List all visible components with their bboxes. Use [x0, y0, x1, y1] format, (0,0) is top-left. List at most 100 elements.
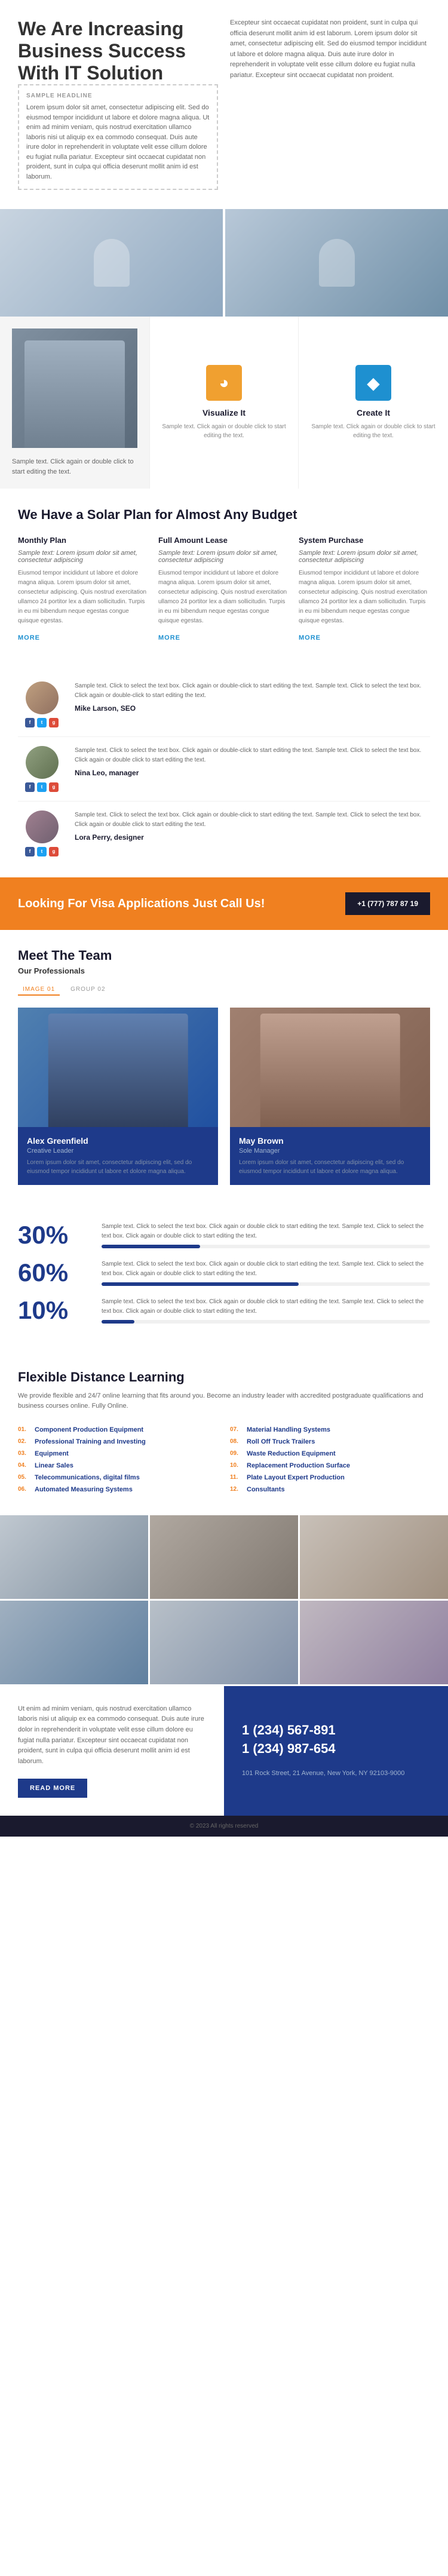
learning-list-left: 01. Component Production Equipment 02. P… [18, 1424, 218, 1496]
stat-bar-area-30: Sample text. Click to select the text bo… [102, 1222, 430, 1248]
sample-label: SAMPLE HEADLINE [26, 93, 210, 99]
feature-create: ◆ Create It Sample text. Click again or … [299, 317, 448, 489]
team-grid: Alex Greenfield Creative Leader Lorem ip… [18, 1008, 430, 1185]
photo-gallery [0, 1515, 448, 1684]
avatar-area-2: f t g [18, 746, 66, 792]
list-item-06: 06. Automated Measuring Systems [18, 1484, 218, 1496]
plan-lease-title: Full Amount Lease [158, 536, 290, 545]
plan-purchase-title: System Purchase [299, 536, 430, 545]
stat-bar-area-60: Sample text. Click to select the text bo… [102, 1260, 430, 1286]
testimonial-row-3: f t g Sample text. Click to select the t… [18, 802, 430, 865]
plan-purchase: System Purchase Sample text: Lorem ipsum… [299, 536, 430, 643]
stat-bar-bg-10 [102, 1320, 430, 1324]
plan-monthly-more[interactable]: MORE [18, 634, 40, 641]
read-more-button[interactable]: READ MORE [18, 1779, 87, 1798]
list-label-09: Waste Reduction Equipment [247, 1450, 336, 1457]
cta-button[interactable]: +1 (777) 787 87 19 [345, 892, 430, 915]
list-num-03: 03. [18, 1450, 30, 1457]
twitter-icon-1[interactable]: t [37, 718, 47, 727]
learning-section: Flexible Distance Learning We provide fl… [0, 1352, 448, 1684]
list-num-05: 05. [18, 1474, 30, 1481]
feature-visualize: ◕ Visualize It Sample text. Click again … [149, 317, 299, 489]
stat-bar-fill-30 [102, 1245, 200, 1248]
list-label-08: Roll Off Truck Trailers [247, 1438, 315, 1445]
twitter-icon-2[interactable]: t [37, 782, 47, 792]
hero-headline: We Are Increasing Business Success With … [18, 18, 218, 84]
avatar-area-3: f t g [18, 810, 66, 856]
create-title: Create It [357, 408, 390, 417]
create-desc: Sample text. Click again or double click… [311, 422, 436, 440]
team-section: Meet The Team Our Professionals Image 01… [0, 930, 448, 1215]
plan-lease-subtitle: Sample text: Lorem ipsum dolor sit amet,… [158, 549, 290, 564]
visualize-desc: Sample text. Click again or double click… [162, 422, 286, 440]
list-item-08: 08. Roll Off Truck Trailers [230, 1436, 430, 1448]
filter-tag-2[interactable]: Group 02 [66, 984, 110, 996]
facebook-icon-2[interactable]: f [25, 782, 35, 792]
team-subheading: Our Professionals [18, 966, 430, 975]
plan-purchase-subtitle: Sample text: Lorem ipsum dolor sit amet,… [299, 549, 430, 564]
features-section: Sample text. Click again or double click… [0, 317, 448, 489]
stat-bar-bg-30 [102, 1245, 430, 1248]
footer-content: © 2023 All rights reserved [0, 1816, 448, 1837]
google-icon-3[interactable]: g [49, 847, 59, 856]
list-label-07: Material Handling Systems [247, 1426, 330, 1433]
list-num-06: 06. [18, 1486, 30, 1493]
contact-right: 1 (234) 567-891 1 (234) 987-654 101 Rock… [224, 1686, 448, 1816]
team-desc-alex: Lorem ipsum dolor sit amet, consectetur … [27, 1158, 209, 1176]
plan-lease-more[interactable]: MORE [158, 634, 180, 641]
team-info-alex: Alex Greenfield Creative Leader Lorem ip… [18, 1127, 218, 1185]
learning-intro: We provide flexible and 24/7 online lear… [18, 1391, 430, 1412]
testimonial-content-1: Sample text. Click to select the text bo… [75, 681, 430, 715]
phone-1: 1 (234) 567-891 [242, 1723, 430, 1738]
list-label-06: Automated Measuring Systems [35, 1486, 133, 1493]
google-icon-1[interactable]: g [49, 718, 59, 727]
plan-monthly: Monthly Plan Sample text: Lorem ipsum do… [18, 536, 149, 643]
list-item-02: 02. Professional Training and Investing [18, 1436, 218, 1448]
twitter-icon-3[interactable]: t [37, 847, 47, 856]
testimonial-content-2: Sample text. Click to select the text bo… [75, 746, 430, 779]
plan-purchase-more[interactable]: MORE [299, 634, 321, 641]
hero-image-left [0, 209, 223, 317]
social-icons-2: f t g [25, 782, 59, 792]
stat-bar-bg-60 [102, 1282, 430, 1286]
stat-bar-area-10: Sample text. Click to select the text bo… [102, 1297, 430, 1324]
list-label-05: Telecommunications, digital films [35, 1474, 140, 1481]
team-role-may: Sole Manager [239, 1147, 421, 1155]
feature-left-text: Sample text. Click again or double click… [12, 457, 137, 477]
visualize-icon: ◕ [206, 365, 242, 401]
solar-content: We Have a Solar Plan for Almost Any Budg… [0, 489, 448, 661]
team-photo-alex [18, 1008, 218, 1127]
filter-tag-1[interactable]: Image 01 [18, 984, 60, 996]
avatar-2 [26, 746, 59, 779]
list-item-03: 03. Equipment [18, 1448, 218, 1460]
gallery-image-5 [150, 1601, 298, 1684]
list-label-03: Equipment [35, 1450, 69, 1457]
team-desc-may: Lorem ipsum dolor sit amet, consectetur … [239, 1158, 421, 1176]
stats-section: 30% Sample text. Click to select the tex… [0, 1215, 448, 1352]
list-num-11: 11. [230, 1474, 242, 1481]
stat-row-10: 10% Sample text. Click to select the tex… [18, 1296, 430, 1325]
list-num-09: 09. [230, 1450, 242, 1457]
testimonials-list: f t g Sample text. Click to select the t… [0, 661, 448, 877]
facebook-icon-3[interactable]: f [25, 847, 35, 856]
list-num-08: 08. [230, 1438, 242, 1445]
phone-2: 1 (234) 987-654 [242, 1741, 430, 1757]
testimonial-text-3: Sample text. Click to select the text bo… [75, 810, 430, 830]
hero-left: We Are Increasing Business Success With … [18, 18, 218, 197]
gallery-image-6 [300, 1601, 448, 1684]
gallery-image-3 [300, 1515, 448, 1599]
team-card-alex: Alex Greenfield Creative Leader Lorem ip… [18, 1008, 218, 1185]
list-num-07: 07. [230, 1426, 242, 1433]
team-filter-bar: Image 01 Group 02 [18, 984, 430, 996]
team-info-may: May Brown Sole Manager Lorem ipsum dolor… [230, 1127, 430, 1185]
list-label-02: Professional Training and Investing [35, 1438, 146, 1445]
list-num-10: 10. [230, 1462, 242, 1469]
features-grid: Sample text. Click again or double click… [0, 317, 448, 489]
google-icon-2[interactable]: g [49, 782, 59, 792]
gallery-image-4 [0, 1601, 148, 1684]
testimonial-row-1: f t g Sample text. Click to select the t… [18, 673, 430, 737]
footer: © 2023 All rights reserved [0, 1816, 448, 1837]
solar-heading: We Have a Solar Plan for Almost Any Budg… [18, 506, 430, 524]
stat-number-30: 30% [18, 1221, 90, 1249]
facebook-icon-1[interactable]: f [25, 718, 35, 727]
